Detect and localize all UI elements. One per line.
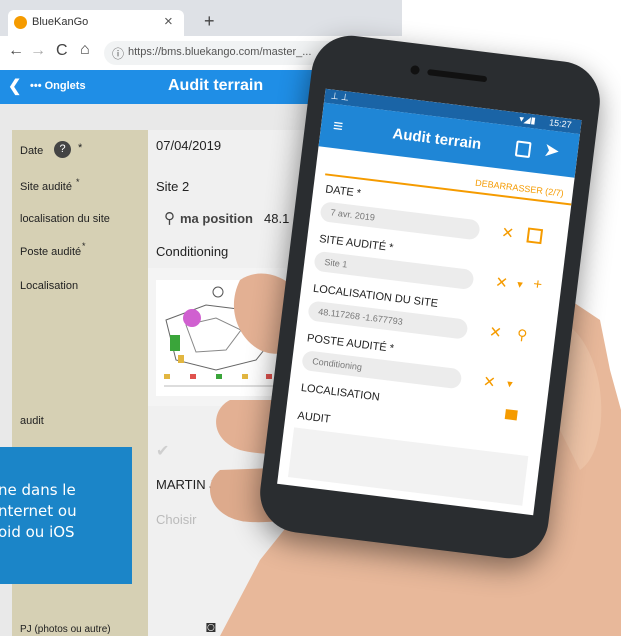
- date-required-mark: *: [78, 142, 83, 154]
- notification-icon: ⊥ ⊥: [330, 90, 350, 103]
- phone-camera: [410, 64, 421, 76]
- audit-label-text: audit: [20, 415, 44, 427]
- post-value: Conditioning: [156, 244, 229, 259]
- new-tab-button[interactable]: +: [204, 11, 215, 32]
- localisation-label: Localisation: [12, 268, 148, 407]
- image-icon[interactable]: [504, 409, 518, 421]
- site-label: Site audité *: [12, 172, 148, 203]
- clear-site-icon[interactable]: ✕: [494, 273, 509, 292]
- reload-icon[interactable]: C: [56, 42, 68, 60]
- home-icon[interactable]: ⌂: [80, 41, 90, 59]
- back-arrow-icon[interactable]: ←: [8, 42, 24, 60]
- send-icon[interactable]: ➤: [542, 139, 561, 164]
- add-site-icon[interactable]: +: [532, 276, 543, 294]
- phone-audit-label: AUDIT: [296, 409, 332, 426]
- date-label: Date ? *: [12, 130, 148, 173]
- hamburger-menu-icon[interactable]: ≡: [332, 116, 344, 137]
- phone-audit-area[interactable]: [288, 427, 529, 506]
- post-dropdown-icon[interactable]: ▾: [506, 377, 513, 391]
- post-required-mark: *: [82, 241, 86, 251]
- site-value: Site 2: [156, 179, 190, 194]
- clear-post-icon[interactable]: ✕: [482, 372, 497, 391]
- url-text: https://bms.bluekango.com/master_...: [128, 46, 312, 58]
- phone-date-value: 7 avr. 2019: [329, 207, 376, 223]
- phone-date-input[interactable]: 7 avr. 2019: [319, 201, 481, 241]
- post-label: Poste audité *: [12, 236, 148, 269]
- phone-site-value: Site 1: [323, 256, 348, 270]
- phone-post-input[interactable]: Conditioning: [301, 349, 463, 390]
- smartphone: ⊥ ⊥ ▾◢▮ 15:27 ≡ Audit terrain ➤ DEBARRAS…: [255, 31, 605, 563]
- site-required-mark: *: [76, 177, 80, 187]
- tab-title: BlueKanGo: [32, 16, 89, 28]
- my-position-link[interactable]: ma position: [180, 211, 253, 226]
- phone-time: 15:27: [548, 117, 573, 130]
- phone-speaker: [427, 69, 488, 83]
- location-label: localisation du site: [12, 202, 148, 237]
- clear-location-icon[interactable]: ✕: [488, 323, 503, 342]
- signal-icon: ▾◢▮: [518, 113, 537, 126]
- site-label-text: Site audité: [20, 181, 72, 193]
- promo-line-2: nternet ou: [0, 502, 77, 520]
- position-value: 48.1: [264, 211, 290, 226]
- forward-arrow-icon[interactable]: →: [30, 42, 46, 60]
- bluekango-favicon-icon: [14, 16, 27, 29]
- tab-close-icon[interactable]: ×: [164, 13, 173, 30]
- phone-site-label: SITE AUDITÉ *: [318, 233, 394, 255]
- phone-date-label: DATE *: [324, 183, 362, 200]
- help-icon[interactable]: ?: [54, 141, 71, 158]
- attachments-label-text: PJ (photos ou autre): [20, 624, 111, 635]
- phone-site-input[interactable]: Site 1: [313, 250, 475, 291]
- phone-page-title: Audit terrain: [391, 125, 483, 154]
- phone-location-value: 48.117268 -1.677793: [317, 306, 404, 327]
- map-marker-icon[interactable]: ⚲: [164, 209, 175, 227]
- browser-tab[interactable]: BlueKanGo ×: [8, 10, 184, 36]
- post-label-text: Poste audité: [20, 246, 82, 258]
- page-title: Audit terrain: [168, 77, 264, 94]
- attachments-label: PJ (photos ou autre): [12, 616, 148, 636]
- date-label-text: Date: [20, 145, 44, 157]
- save-icon[interactable]: [514, 140, 532, 159]
- promo-banner: ne dans le nternet ou oid ou iOS: [0, 447, 132, 584]
- localisation-label-text: Localisation: [20, 280, 79, 292]
- promo-line-3: oid ou iOS: [0, 523, 75, 541]
- back-chevron-icon[interactable]: ❮: [8, 76, 21, 96]
- tabs-menu-button[interactable]: ••• Onglets: [30, 80, 86, 92]
- checkmark-icon[interactable]: ✔: [156, 441, 169, 461]
- promo-line-1: ne dans le: [0, 481, 76, 499]
- phone-post-value: Conditioning: [311, 356, 363, 373]
- location-label-text: localisation du site: [20, 213, 110, 225]
- clear-date-icon[interactable]: ✕: [500, 223, 515, 242]
- choose-placeholder: Choisir: [156, 512, 197, 527]
- date-value: 07/04/2019: [156, 138, 222, 153]
- audit-label: audit: [12, 406, 148, 437]
- phone-screen: ⊥ ⊥ ▾◢▮ 15:27 ≡ Audit terrain ➤ DEBARRAS…: [277, 88, 582, 516]
- info-icon: ⓘ: [112, 47, 125, 61]
- phone-localisation-label: LOCALISATION: [300, 381, 381, 404]
- calendar-icon[interactable]: [526, 227, 544, 245]
- location-pin-icon[interactable]: ⚲: [516, 326, 528, 344]
- dropdown-arrow-icon[interactable]: ▾: [516, 278, 523, 292]
- phone-location-input[interactable]: 48.117268 -1.677793: [307, 300, 469, 340]
